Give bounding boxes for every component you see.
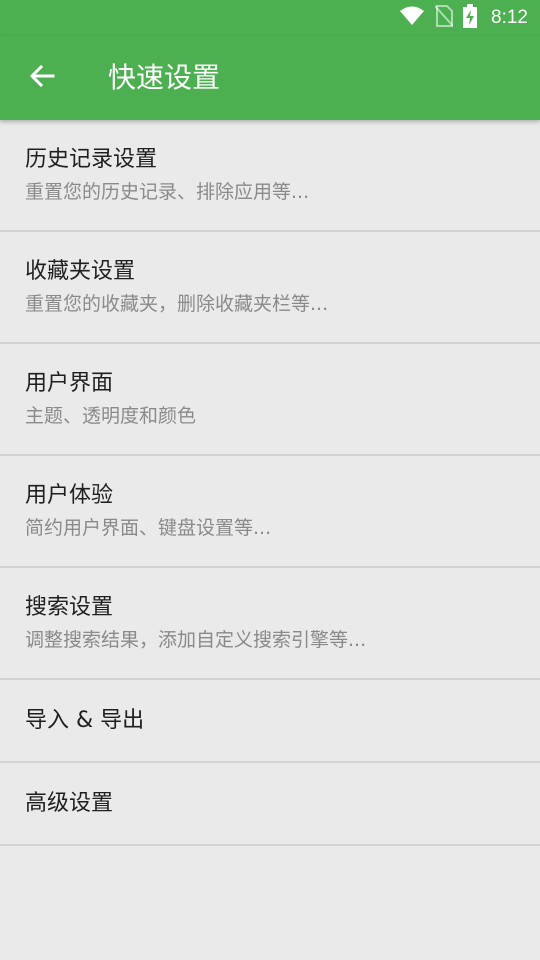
settings-item-title: 用户体验 [25,483,114,508]
settings-item-user-interface[interactable]: 用户界面 主题、透明度和颜色 [0,344,540,456]
app-bar: 快速设置 [0,36,540,120]
settings-item-subtitle: 简约用户界面、键盘设置等... [25,517,272,539]
settings-item-title: 用户界面 [25,371,114,396]
settings-item-favorites[interactable]: 收藏夹设置 重置您的收藏夹，删除收藏夹栏等... [0,232,540,344]
settings-item-title: 导入 & 导出 [25,707,145,733]
settings-item-subtitle: 主题、透明度和颜色 [25,405,197,427]
settings-item-subtitle: 调整搜索结果，添加自定义搜索引擎等... [25,629,367,651]
arrow-left-icon [29,63,55,93]
settings-item-import-export[interactable]: 导入 & 导出 [0,680,540,763]
back-button[interactable] [14,50,70,106]
settings-item-search[interactable]: 搜索设置 调整搜索结果，添加自定义搜索引擎等... [0,568,540,680]
settings-item-advanced[interactable]: 高级设置 [0,763,540,846]
settings-item-subtitle: 重置您的收藏夹，删除收藏夹栏等... [25,293,329,315]
no-sim-icon [434,5,454,31]
settings-item-user-experience[interactable]: 用户体验 简约用户界面、键盘设置等... [0,456,540,568]
status-time: 8:12 [491,7,528,28]
settings-item-subtitle: 重置您的历史记录、排除应用等... [25,181,310,203]
wifi-icon [399,6,425,30]
status-icons: 8:12 [399,0,528,36]
settings-item-title: 历史记录设置 [25,147,158,172]
status-bar: 8:12 [0,0,540,36]
settings-item-title: 高级设置 [25,790,114,816]
battery-charging-icon [463,4,478,32]
settings-item-title: 搜索设置 [25,595,114,620]
settings-item-title: 收藏夹设置 [25,259,136,284]
page-title: 快速设置 [108,61,221,94]
settings-list: 历史记录设置 重置您的历史记录、排除应用等... 收藏夹设置 重置您的收藏夹，删… [0,120,540,846]
settings-item-history[interactable]: 历史记录设置 重置您的历史记录、排除应用等... [0,120,540,232]
